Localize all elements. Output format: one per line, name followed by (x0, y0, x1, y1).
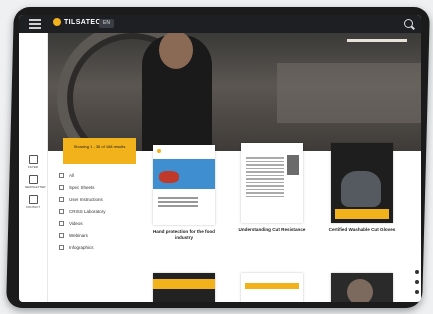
left-sidebar: FILTER NEWSLETTER CONTACT (19, 33, 48, 302)
filter-item-spec-sheets[interactable]: Spec Sheets (59, 183, 149, 192)
contact-icon (28, 195, 38, 204)
hero-banner-image (47, 33, 421, 151)
brand-logo[interactable]: TILSATEC (53, 18, 101, 26)
hamburger-menu-icon[interactable] (29, 19, 41, 29)
card-thumbnail[interactable] (241, 273, 303, 302)
filter-list: All Spec Sheets User Instructions CRISS … (59, 171, 149, 255)
facebook-icon[interactable] (415, 270, 419, 274)
sidebar-filter-label: FILTER (27, 165, 39, 169)
card-title[interactable]: Hand protection for the food industry (149, 229, 219, 241)
sidebar-newsletter-label: NEWSLETTER (25, 185, 46, 189)
filter-item-user-instructions[interactable]: User Instructions (59, 195, 149, 204)
thumbnail-icon-strip (153, 279, 215, 289)
twitter-icon[interactable] (415, 280, 419, 284)
checkbox-icon[interactable] (59, 209, 64, 214)
card-thumbnail[interactable] (331, 273, 393, 302)
card-thumbnail[interactable] (241, 143, 303, 223)
results-count-banner: Showing 1 - 36 of 168 results (63, 138, 136, 164)
social-links (415, 270, 421, 300)
filter-label: User Instructions (69, 197, 103, 202)
ceiling-light-graphic (347, 39, 407, 42)
filter-item-videos[interactable]: Videos (59, 219, 149, 228)
filter-icon (28, 155, 38, 164)
thumbnail-text-lines (158, 197, 198, 209)
thumbnail-yellow-banner (335, 209, 389, 219)
checkbox-icon[interactable] (59, 245, 64, 250)
resource-card-row2-1[interactable] (149, 273, 219, 302)
filter-label: All (69, 173, 75, 178)
filter-label: Infographics (69, 245, 94, 250)
sidebar-contact-button[interactable]: CONTACT (25, 195, 41, 209)
sidebar-contact-label: CONTACT (25, 205, 41, 209)
sidebar-newsletter-button[interactable]: NEWSLETTER (25, 175, 46, 189)
filter-label: CRISS Laboratory (69, 209, 106, 214)
card-thumbnail[interactable] (153, 145, 215, 225)
search-icon[interactable] (404, 19, 413, 28)
checkbox-icon[interactable] (59, 233, 64, 238)
card-title[interactable]: Understanding Cut Resistance (237, 227, 307, 233)
card-thumbnail[interactable] (153, 273, 215, 302)
filter-label: Spec Sheets (69, 185, 95, 190)
screen: TILSATEC EN FILTER NEWSLETTER CONTACT Sh… (19, 15, 421, 302)
resource-card-row2-3[interactable] (327, 273, 397, 302)
brand-name: TILSATEC (64, 18, 101, 26)
card-thumbnail[interactable] (331, 143, 393, 223)
filter-item-all[interactable]: All (59, 171, 149, 180)
thumbnail-icon-strip (245, 283, 299, 289)
checkbox-icon[interactable] (59, 221, 64, 226)
filter-item-criss-laboratory[interactable]: CRISS Laboratory (59, 207, 149, 216)
filter-label: Webinars (69, 233, 88, 238)
checkbox-icon[interactable] (59, 173, 64, 178)
card-title[interactable]: Certified Washable Cut Gloves (327, 227, 397, 233)
logo-icon (53, 18, 61, 26)
resource-card-cut-resistance[interactable]: Understanding Cut Resistance (237, 143, 307, 233)
resource-card-food-industry[interactable]: Hand protection for the food industry (149, 145, 219, 241)
linkedin-icon[interactable] (415, 290, 419, 294)
thumbnail-photo (287, 155, 299, 175)
thumbnail-text-lines (246, 157, 284, 199)
resource-card-row2-2[interactable] (237, 273, 307, 302)
top-navigation-bar: TILSATEC EN (19, 15, 421, 33)
brand-dot-icon (157, 149, 161, 153)
factory-background-graphic (277, 63, 421, 123)
thumbnail-person-graphic (347, 279, 373, 302)
checkbox-icon[interactable] (59, 197, 64, 202)
thumbnail-food-graphic (159, 171, 179, 183)
filter-label: Videos (69, 221, 83, 226)
resource-card-washable-gloves[interactable]: Certified Washable Cut Gloves (327, 143, 397, 233)
sidebar-filter-button[interactable]: FILTER (25, 155, 41, 169)
language-selector[interactable]: EN (99, 19, 114, 28)
glove-graphic (341, 171, 381, 207)
filter-item-infographics[interactable]: Infographics (59, 243, 149, 252)
newsletter-icon (28, 175, 38, 184)
checkbox-icon[interactable] (59, 185, 64, 190)
filter-item-webinars[interactable]: Webinars (59, 231, 149, 240)
